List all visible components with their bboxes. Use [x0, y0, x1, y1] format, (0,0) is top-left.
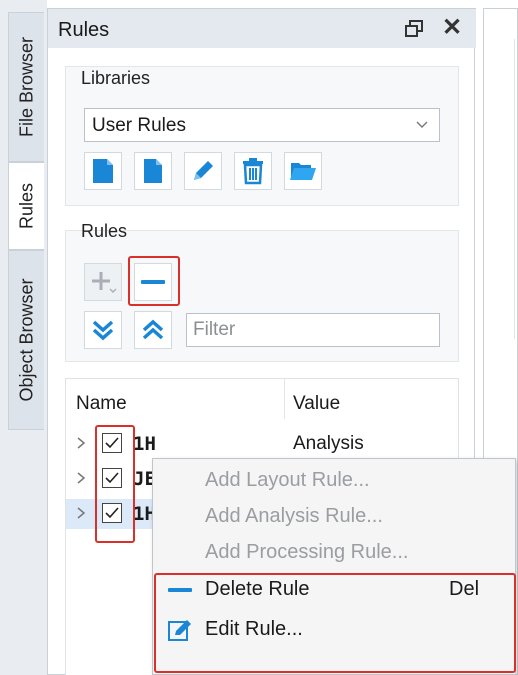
highlight-checkboxes [95, 425, 135, 543]
menu-item-add-processing-rule[interactable]: Add Processing Rule... [153, 535, 515, 569]
panel-titlebar: Rules ✕ [48, 8, 476, 48]
new-library-icon [93, 159, 113, 183]
new-document-icon [144, 159, 162, 183]
library-select[interactable]: User Rules [84, 108, 440, 142]
highlight-menu-items [154, 573, 516, 673]
rule-name: 1H [133, 433, 156, 455]
library-select-value: User Rules [92, 115, 186, 136]
menu-item-label: Add Analysis Rule... [205, 505, 383, 527]
trash-icon [243, 158, 263, 185]
add-icon [92, 272, 117, 293]
vertical-tab-strip: File Browser Rules Object Browser [0, 0, 47, 675]
tab-file-browser-label: File Browser [16, 36, 36, 138]
new-document-button[interactable] [134, 152, 172, 190]
expand-arrow-icon[interactable] [76, 506, 86, 520]
menu-item-label: Add Processing Rule... [205, 541, 409, 563]
collapse-all-button[interactable] [134, 311, 172, 349]
context-menu: Add Layout Rule... Add Analysis Rule... … [152, 458, 516, 675]
menu-item-add-analysis-rule[interactable]: Add Analysis Rule... [153, 499, 515, 533]
tab-object-browser-label: Object Browser [16, 278, 36, 402]
float-window-icon[interactable] [405, 20, 423, 38]
expand-all-icon [92, 320, 114, 341]
open-folder-icon [290, 163, 316, 180]
libraries-label: Libraries [81, 68, 151, 88]
column-separator [284, 379, 285, 419]
column-header-value[interactable]: Value [293, 393, 340, 415]
panel-title: Rules [58, 19, 110, 41]
tab-rules-label: Rules [16, 182, 36, 230]
highlight-remove-button [128, 256, 180, 306]
tab-rules[interactable]: Rules [8, 162, 44, 250]
collapse-all-icon [142, 319, 164, 340]
add-rule-button[interactable] [84, 263, 122, 301]
delete-library-button[interactable] [234, 152, 272, 190]
edit-button[interactable] [184, 152, 222, 190]
tab-object-browser[interactable]: Object Browser [8, 250, 44, 430]
close-icon[interactable]: ✕ [442, 13, 462, 42]
tab-file-browser[interactable]: File Browser [8, 12, 44, 162]
column-header-name[interactable]: Name [76, 393, 127, 415]
filter-input[interactable] [186, 313, 440, 347]
expand-arrow-icon[interactable] [76, 471, 86, 485]
expand-arrow-icon[interactable] [76, 436, 86, 450]
edit-pencil-icon [194, 161, 213, 180]
rule-value: Analysis [293, 433, 364, 454]
menu-item-label: Add Layout Rule... [205, 469, 370, 491]
expand-all-button[interactable] [84, 311, 122, 349]
new-library-button[interactable] [84, 152, 122, 190]
open-folder-button[interactable] [284, 152, 322, 190]
chevron-down-icon [416, 121, 428, 128]
menu-item-add-layout-rule[interactable]: Add Layout Rule... [153, 463, 515, 497]
rules-group-label: Rules [81, 221, 128, 241]
editor-pane-inner [514, 39, 518, 339]
